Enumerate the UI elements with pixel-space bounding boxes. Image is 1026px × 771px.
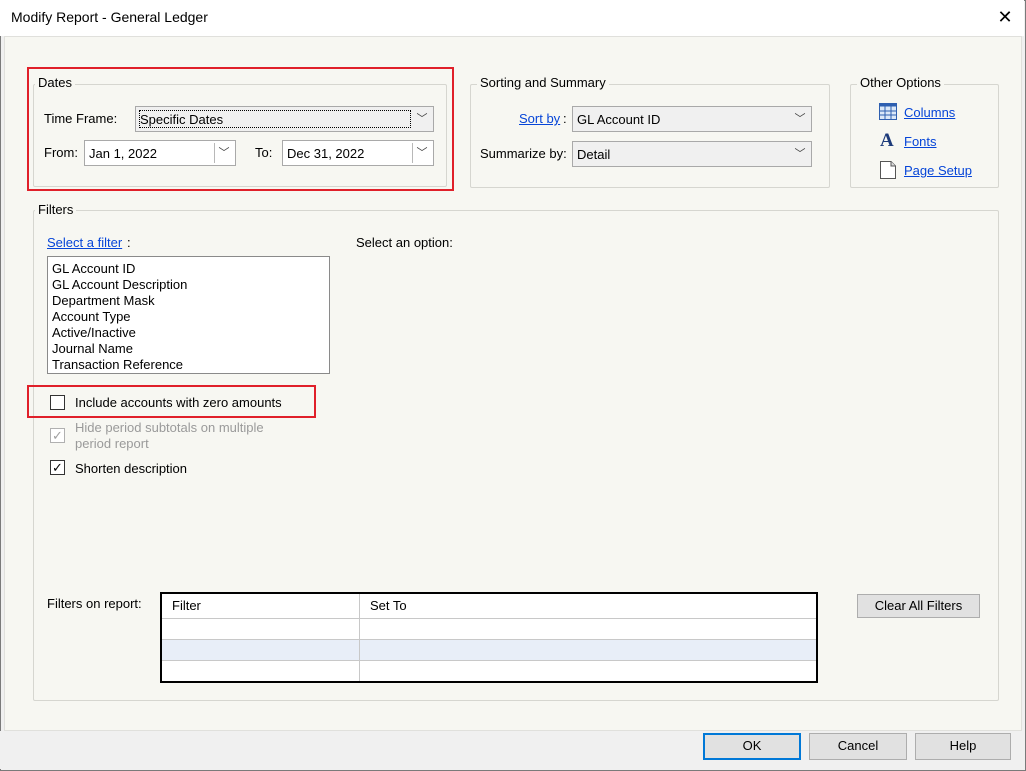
chevron-down-icon: ﹀ <box>794 113 806 125</box>
grid-cell[interactable] <box>162 619 360 640</box>
sort-by-select[interactable]: GL Account ID ﹀ <box>572 106 812 132</box>
clear-all-filters-button[interactable]: Clear All Filters <box>857 594 980 618</box>
filters-legend: Filters <box>35 202 77 217</box>
summarize-by-value: Detail <box>577 147 611 162</box>
table-row[interactable] <box>162 640 816 661</box>
grid-header-set-to: Set To <box>360 594 816 619</box>
title-bar: Modify Report - General Ledger ✕ <box>0 0 1024 36</box>
ok-button[interactable]: OK <box>703 733 801 760</box>
shorten-description-label: Shorten description <box>75 461 188 476</box>
chevron-down-icon: ﹀ <box>794 148 806 160</box>
page-icon <box>880 161 896 179</box>
columns-link[interactable]: Columns <box>904 105 955 120</box>
other-options-legend: Other Options <box>857 75 944 90</box>
list-item[interactable]: GL Account ID <box>52 261 135 276</box>
dates-highlight-box <box>27 67 454 191</box>
grid-cell[interactable] <box>360 640 816 661</box>
close-button[interactable]: ✕ <box>990 2 1020 32</box>
shorten-description-checkbox[interactable]: ✓ <box>50 460 65 475</box>
sort-by-colon: : <box>563 111 567 126</box>
table-row[interactable] <box>162 661 816 681</box>
list-item[interactable]: GL Account Description <box>52 277 187 292</box>
hide-subtotals-checkbox[interactable]: ✓ <box>50 428 65 443</box>
list-item[interactable]: Journal Name <box>52 341 133 356</box>
hide-subtotals-label-line1: Hide period subtotals on multiple <box>75 420 264 435</box>
grid-cell[interactable] <box>360 661 816 681</box>
list-item[interactable]: Department Mask <box>52 293 155 308</box>
list-item[interactable]: Transaction Reference <box>52 357 183 372</box>
window-title: Modify Report - General Ledger <box>11 9 208 25</box>
grid-cell[interactable] <box>360 619 816 640</box>
table-row[interactable] <box>162 619 816 640</box>
hide-subtotals-label-line2: period report <box>75 436 149 451</box>
summarize-by-label: Summarize by: <box>480 146 567 161</box>
select-filter-colon: : <box>127 235 131 250</box>
font-a-icon: A <box>880 130 894 151</box>
sorting-group <box>470 84 830 188</box>
grid-header-filter: Filter <box>162 594 360 619</box>
grid-cell[interactable] <box>162 661 360 681</box>
sorting-legend: Sorting and Summary <box>477 75 609 90</box>
table-grid-icon <box>879 103 897 120</box>
filters-on-report-label: Filters on report: <box>47 596 142 611</box>
help-button[interactable]: Help <box>915 733 1011 760</box>
page-setup-link[interactable]: Page Setup <box>904 163 972 178</box>
include-zero-highlight-box <box>27 385 316 418</box>
select-filter-link[interactable]: Select a filter <box>47 235 122 250</box>
sort-by-link[interactable]: Sort by <box>519 111 560 126</box>
filters-grid[interactable]: Filter Set To <box>160 592 818 683</box>
list-item[interactable]: Account Type <box>52 309 131 324</box>
grid-cell[interactable] <box>162 640 360 661</box>
cancel-button[interactable]: Cancel <box>809 733 907 760</box>
list-item[interactable]: Active/Inactive <box>52 325 136 340</box>
summarize-by-select[interactable]: Detail ﹀ <box>572 141 812 167</box>
select-option-label: Select an option: <box>356 235 453 250</box>
filter-listbox[interactable]: GL Account ID GL Account Description Dep… <box>47 256 330 374</box>
fonts-link[interactable]: Fonts <box>904 134 937 149</box>
sort-by-value: GL Account ID <box>577 112 661 127</box>
